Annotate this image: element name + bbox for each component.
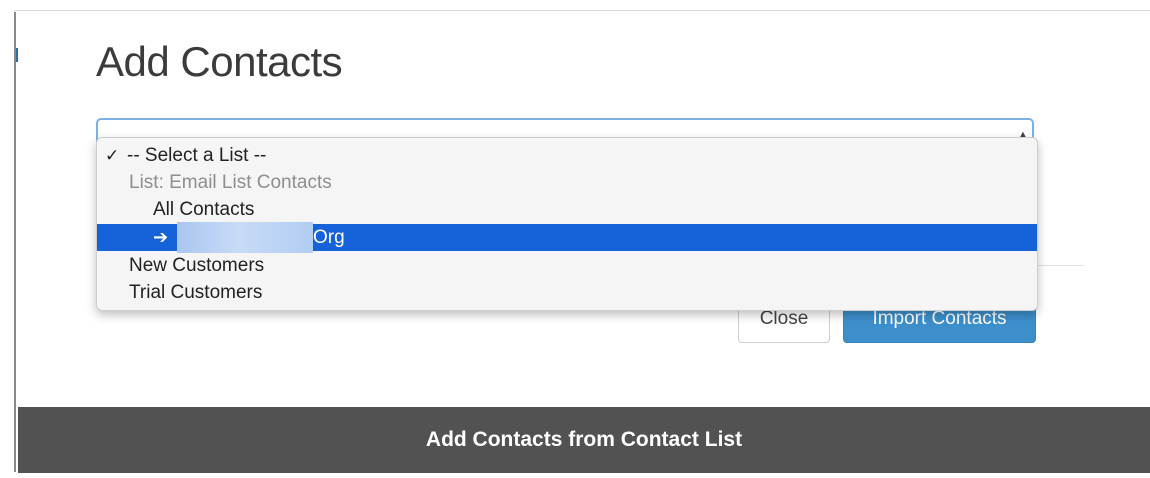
redacted-text-block [177, 222, 313, 253]
list-select-dropdown: ✓ -- Select a List -- List: Email List C… [96, 137, 1038, 311]
option-new-customers[interactable]: New Customers [97, 252, 1037, 279]
modal-title: Add Contacts [96, 38, 343, 85]
option-label: All Contacts [153, 199, 255, 220]
option-select-a-list[interactable]: ✓ -- Select a List -- [97, 142, 1037, 169]
optgroup-email-list-contacts: List: Email List Contacts [97, 169, 1037, 196]
option-label: Org [313, 227, 345, 248]
option-trial-customers[interactable]: Trial Customers [97, 279, 1037, 306]
window-top-border [14, 10, 1150, 11]
option-all-contacts[interactable]: All Contacts [97, 196, 1037, 223]
footer-bar: Add Contacts from Contact List [18, 407, 1150, 473]
checkmark-icon: ✓ [105, 146, 120, 165]
option-label: -- Select a List -- [127, 145, 267, 166]
footer-title: Add Contacts from Contact List [425, 428, 743, 451]
arrow-right-icon: ➔ [153, 227, 169, 247]
optgroup-label: List: Email List Contacts [129, 172, 332, 193]
option-org[interactable]: ➔ Org [97, 222, 1037, 253]
window-left-border [14, 12, 16, 472]
option-label: New Customers [129, 255, 265, 276]
option-label: Trial Customers [129, 282, 263, 303]
